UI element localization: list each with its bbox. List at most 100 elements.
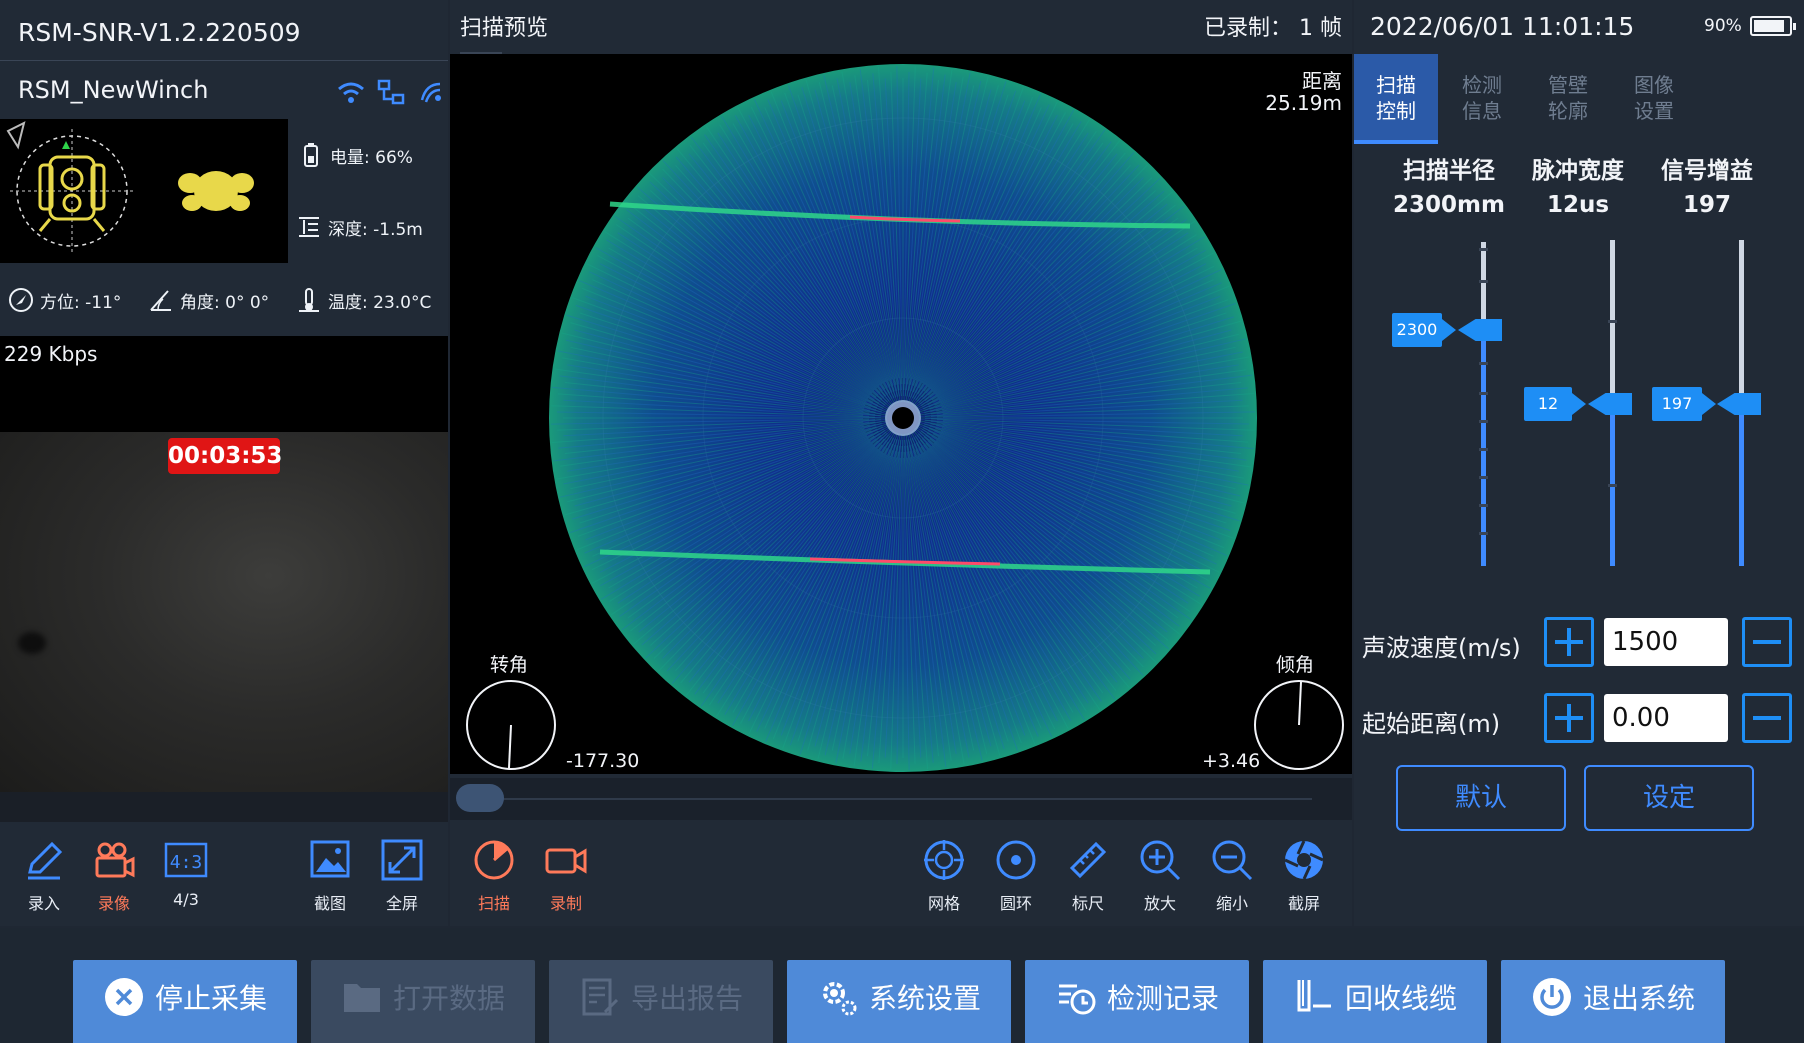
entry-tool-label: 录入 <box>27 894 60 913</box>
camera-view[interactable] <box>0 432 448 792</box>
north-arrow-icon <box>6 121 26 150</box>
system-settings-label: 系统设置 <box>868 982 981 1015</box>
battery-text: 电量: 66% <box>330 147 413 168</box>
grid-tool-label: 网格 <box>927 894 960 913</box>
tilt-dial-icon <box>1254 680 1344 770</box>
shutter-icon <box>1284 840 1324 880</box>
start-distance-input[interactable] <box>1604 694 1728 742</box>
zoom-in-button[interactable]: 放大 <box>1128 838 1192 914</box>
network-icon <box>377 79 405 105</box>
exit-system-button[interactable]: 退出系统 <box>1501 960 1725 1043</box>
frame-slider[interactable] <box>450 778 1352 820</box>
system-settings-button[interactable]: 系统设置 <box>787 960 1011 1043</box>
zoom-out-button[interactable]: 缩小 <box>1200 838 1264 914</box>
fullscreen-button[interactable]: 全屏 <box>370 838 434 914</box>
svg-text:4:3: 4:3 <box>170 852 203 873</box>
battery-icon <box>304 143 318 167</box>
set-button[interactable]: 设定 <box>1584 765 1754 831</box>
wifi-icon <box>338 82 364 103</box>
fullscreen-icon <box>381 839 423 881</box>
tilt-value: +3.46 <box>1202 750 1261 772</box>
thermometer-icon <box>299 288 319 312</box>
plus-icon <box>1555 628 1583 656</box>
bitrate-text: 229 Kbps <box>4 342 98 366</box>
record-tool-button[interactable]: 录制 <box>534 838 598 914</box>
sound-speed-input[interactable] <box>1604 618 1728 666</box>
export-report-button[interactable]: 导出报告 <box>549 960 773 1043</box>
pulse-width-tag: 12 <box>1524 387 1586 421</box>
divider <box>0 60 448 61</box>
screenshot-button[interactable]: 截屏 <box>1272 838 1336 914</box>
depth-icon <box>299 217 319 237</box>
recording-timer: 00:03:53 <box>168 438 282 474</box>
tilt-label: 倾角 <box>1276 654 1315 676</box>
inspection-records-button[interactable]: 检测记录 <box>1025 960 1249 1043</box>
robot-front-icon <box>178 171 254 211</box>
ring-tool-button[interactable]: 圆环 <box>984 838 1048 914</box>
cable-reel-icon <box>1297 980 1331 1012</box>
stream-info: 229 Kbps <box>0 336 448 432</box>
minus-icon <box>1753 640 1781 644</box>
scan-radius-tag: 2300 <box>1392 313 1456 347</box>
close-circle-icon <box>104 978 143 1016</box>
angle-stat: 角度: 0° 0° <box>148 287 269 313</box>
crosshair-icon <box>924 840 964 880</box>
battery-icon <box>1749 16 1796 36</box>
start-distance-increase-button[interactable] <box>1544 693 1594 743</box>
recorded-frames: 已录制： 1 帧 <box>1204 16 1342 41</box>
retract-cable-label: 回收线缆 <box>1344 982 1457 1015</box>
stop-acquisition-button[interactable]: 停止采集 <box>73 960 297 1043</box>
sound-speed-increase-button[interactable] <box>1544 617 1594 667</box>
frame-slider-handle[interactable] <box>456 784 504 812</box>
ring-tool-label: 圆环 <box>999 894 1032 913</box>
plus-icon <box>1555 704 1583 732</box>
tab-wall-profile[interactable]: 管壁 轮廓 <box>1526 54 1610 144</box>
open-data-button[interactable]: 打开数据 <box>311 960 535 1043</box>
depth-stat: 深度: -1.5m <box>296 214 423 240</box>
pulse-width-handle[interactable] <box>1588 393 1632 415</box>
stop-acquisition-label: 停止采集 <box>154 982 267 1015</box>
angle-icon <box>150 290 171 311</box>
minus-icon <box>1753 716 1781 720</box>
start-distance-label: 起始距离(m) <box>1362 710 1501 738</box>
grid-tool-button[interactable]: 网格 <box>912 838 976 914</box>
video-tool-button[interactable]: 录像 <box>82 838 146 914</box>
tab-bar: 扫描 控制 检测 信息 管壁 轮廓 图像 设置 <box>1354 54 1804 144</box>
temperature-text: 温度: 23.0°C <box>328 292 432 313</box>
zoom-out-icon <box>1212 840 1253 881</box>
sound-speed-decrease-button[interactable] <box>1742 617 1792 667</box>
control-panel: 2022/06/01 11:01:15 90% 扫描 控制 检测 信息 管壁 轮… <box>1354 0 1804 926</box>
history-icon <box>1058 984 1096 1015</box>
distance-value: 25.19m <box>1265 91 1342 115</box>
robot-top-icon <box>38 155 106 232</box>
pencil-icon <box>28 841 63 880</box>
camcorder-icon <box>545 848 587 874</box>
scan-tool-label: 扫描 <box>477 894 510 913</box>
connection-status <box>336 78 446 106</box>
tab-scan-control[interactable]: 扫描 控制 <box>1354 54 1438 144</box>
image-icon <box>310 840 350 878</box>
sound-speed-label: 声波速度(m/s) <box>1362 634 1521 662</box>
snapshot-tool-button[interactable]: 截图 <box>298 838 362 914</box>
datetime: 2022/06/01 11:01:15 <box>1370 12 1635 41</box>
zoom-in-label: 放大 <box>1143 894 1176 913</box>
scan-radius-handle[interactable] <box>1458 319 1502 341</box>
signal-gain-handle[interactable] <box>1717 393 1761 415</box>
scan-tool-button[interactable]: 扫描 <box>462 838 526 914</box>
default-button[interactable]: 默认 <box>1396 765 1566 831</box>
sonar-image[interactable]: 距离 25.19m 转角 -177.30 倾角 +3.46 <box>450 54 1352 774</box>
pulse-width-header: 脉冲宽度 12us <box>1532 158 1624 218</box>
aspect-ratio-button[interactable]: 4:3 4/3 <box>154 838 218 909</box>
signal-gain-header: 信号增益 197 <box>1661 158 1753 218</box>
rotation-dial-icon <box>466 680 556 770</box>
export-report-label: 导出报告 <box>630 982 743 1015</box>
start-distance-decrease-button[interactable] <box>1742 693 1792 743</box>
retract-cable-button[interactable]: 回收线缆 <box>1263 960 1487 1043</box>
ruler-tool-button[interactable]: 标尺 <box>1056 838 1120 914</box>
aspect-ratio-icon: 4:3 <box>164 842 208 878</box>
tab-image-settings[interactable]: 图像 设置 <box>1612 54 1696 144</box>
rotation-label: 转角 <box>490 654 529 676</box>
entry-tool-button[interactable]: 录入 <box>12 838 76 914</box>
signal-icon <box>420 82 441 103</box>
tab-inspection-info[interactable]: 检测 信息 <box>1440 54 1524 144</box>
